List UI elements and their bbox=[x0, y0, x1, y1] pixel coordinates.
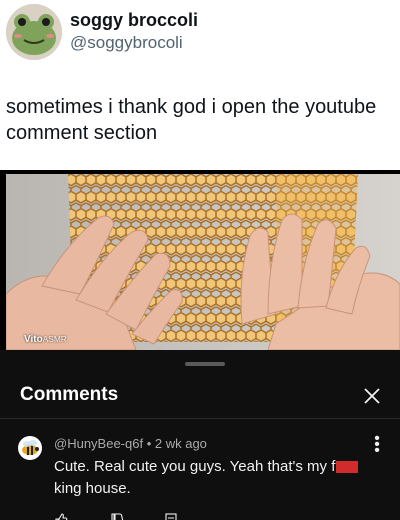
comment-age: 2 wk ago bbox=[154, 436, 207, 451]
close-icon[interactable] bbox=[360, 384, 384, 408]
like-button[interactable]: 166 bbox=[54, 512, 74, 520]
avatar[interactable] bbox=[6, 4, 62, 60]
comments-title: Comments bbox=[20, 384, 119, 405]
drag-handle[interactable] bbox=[185, 362, 225, 366]
more-vert-icon[interactable]: • • • bbox=[372, 431, 382, 459]
tweet-text-line: sometimes i thank god i open the youtube bbox=[6, 96, 377, 118]
reply-button[interactable] bbox=[164, 512, 178, 520]
reply-icon[interactable] bbox=[164, 513, 178, 520]
comment-author[interactable]: @HunyBee-q6f bbox=[54, 436, 143, 451]
watermark-brand: Vito bbox=[24, 334, 43, 345]
tweet-text-line: comment section bbox=[6, 122, 158, 144]
display-name[interactable]: soggy broccoli bbox=[70, 10, 198, 31]
comment-text: Cute. Real cute you guys. Yeah that's my… bbox=[54, 456, 374, 500]
video-watermark: VitoASMR bbox=[24, 334, 67, 345]
tweet-header: soggy broccoli @soggybrocoli bbox=[0, 0, 400, 64]
dislike-button[interactable] bbox=[110, 512, 124, 520]
thumbs-down-icon[interactable] bbox=[110, 513, 124, 520]
video-frame[interactable]: VitoASMR bbox=[6, 174, 400, 350]
comments-sheet: Comments @HunyBee-q6f • 2 wk ago Cute. R… bbox=[0, 350, 400, 520]
comment-meta: @HunyBee-q6f • 2 wk ago bbox=[54, 436, 207, 451]
tweet-text: sometimes i thank god i open the youtube… bbox=[6, 94, 400, 146]
media-screenshot: VitoASMR Comments @HunyBee-q6f • 2 wk ag… bbox=[0, 170, 400, 520]
meta-separator: • bbox=[146, 436, 155, 451]
close-button[interactable] bbox=[360, 384, 384, 408]
commenter-avatar[interactable] bbox=[18, 436, 42, 460]
divider bbox=[0, 418, 400, 419]
comment-text-start: Cute. Real cute you guys. Yeah that's my… bbox=[54, 458, 336, 475]
user-handle[interactable]: @soggybrocoli bbox=[70, 33, 183, 53]
comment-text-end: king house. bbox=[54, 480, 131, 497]
watermark-suffix: ASMR bbox=[42, 334, 67, 344]
comment-item: @HunyBee-q6f • 2 wk ago Cute. Real cute … bbox=[0, 428, 400, 520]
thumbs-up-icon[interactable] bbox=[54, 513, 68, 520]
censor-sticker bbox=[336, 461, 359, 474]
